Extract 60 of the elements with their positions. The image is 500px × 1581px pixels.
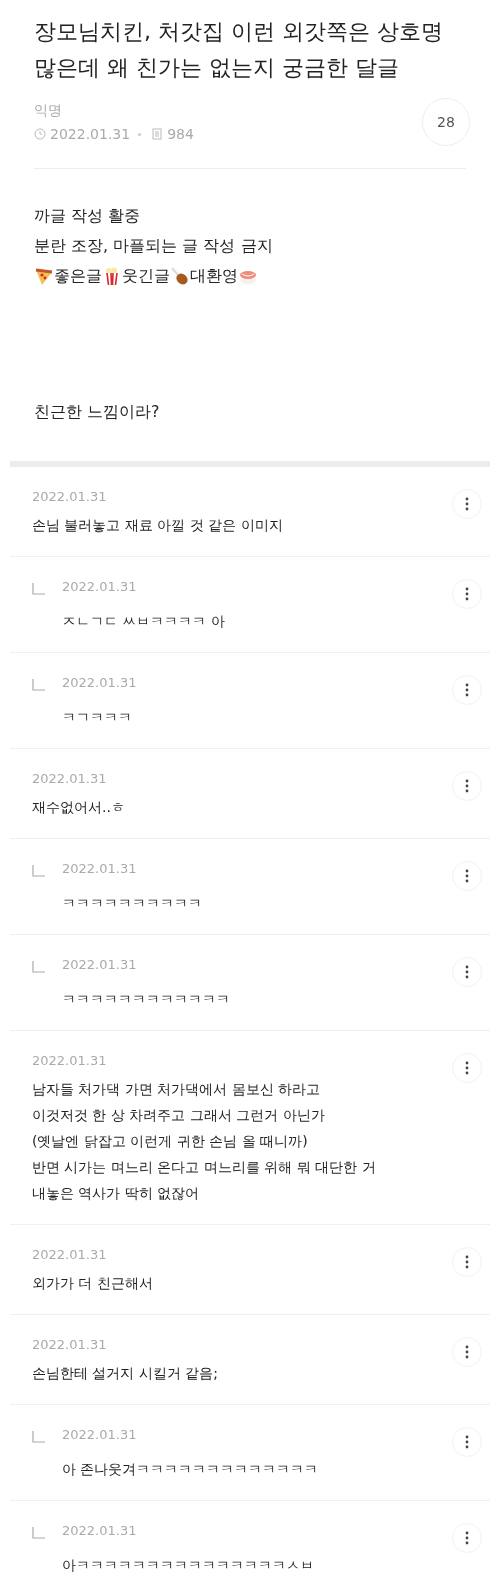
more-options-button[interactable] (452, 1427, 482, 1457)
more-options-button[interactable] (452, 1337, 482, 1367)
more-options-button[interactable] (452, 861, 482, 891)
comment-date: 2022.01.31 (32, 1337, 108, 1352)
comment-text: ㅋㄱㅋㅋㅋ (62, 708, 133, 727)
more-icon (465, 1435, 469, 1449)
more-options-button[interactable] (452, 1053, 482, 1083)
more-options-button[interactable] (452, 489, 482, 519)
comment-date: 2022.01.31 (62, 675, 138, 690)
notice-text: 까글 작성 활중 (34, 205, 142, 227)
separator-dot (138, 132, 142, 136)
view-count: 984 (167, 126, 194, 142)
more-options-button[interactable] (452, 675, 482, 705)
comment-text: 손님 불러놓고 재료 아낄 것 같은 이미지 (32, 516, 284, 535)
comment-date: 2022.01.31 (32, 1053, 108, 1068)
comment-text: 아 존나웃겨ㅋㅋㅋㅋㅋㅋㅋㅋㅋㅋㅋㅋㅋ (62, 1460, 320, 1479)
clock-icon (34, 128, 46, 140)
more-icon (465, 965, 469, 979)
comment-text: 아ㅋㅋㅋㅋㅋㅋㅋㅋㅋㅋㅋㅋㅋㅋㅋㅅㅂ (62, 1556, 315, 1575)
comment-date: 2022.01.31 (32, 1247, 108, 1262)
comment-date: 2022.01.31 (62, 1523, 138, 1538)
more-icon (465, 779, 469, 793)
tag-label: 좋은글 (54, 265, 102, 287)
comment-text: ㅈㄴㄱㄷ ㅆㅂㅋㅋㅋㅋ 아 (62, 612, 226, 631)
pizza-icon (34, 266, 54, 286)
more-options-button[interactable] (452, 771, 482, 801)
tag-label: 웃긴글 (122, 265, 170, 287)
comment-text: 외가가 더 친근해서 (32, 1274, 154, 1293)
comment-text: 재수없어서..ㅎ (32, 798, 126, 817)
post-body: 친근한 느낌이라? (34, 401, 161, 423)
more-options-button[interactable] (452, 1247, 482, 1277)
more-icon (465, 1345, 469, 1359)
more-icon (465, 587, 469, 601)
drumstick-icon (170, 266, 190, 286)
more-options-button[interactable] (452, 957, 482, 987)
more-icon (465, 1061, 469, 1075)
comment-date: 2022.01.31 (62, 861, 138, 876)
comment-text: ㅋㅋㅋㅋㅋㅋㅋㅋㅋㅋ (62, 894, 203, 913)
comment-date: 2022.01.31 (32, 771, 108, 786)
more-options-button[interactable] (452, 579, 482, 609)
comment-date: 2022.01.31 (62, 957, 138, 972)
more-icon (465, 683, 469, 697)
more-options-button[interactable] (452, 1523, 482, 1553)
more-icon (465, 1255, 469, 1269)
comment-date: 2022.01.31 (62, 579, 138, 594)
more-icon (465, 1531, 469, 1545)
comment-date: 2022.01.31 (32, 489, 108, 504)
comment-date: 2022.01.31 (62, 1427, 138, 1442)
tag-label: 대환영 (190, 265, 238, 287)
notice-text: 분란 조장, 마플되는 글 작성 금지 (34, 235, 274, 257)
post-date: 2022.01.31 (50, 126, 131, 142)
post-title: 장모님치킨, 처갓집 이런 외갓쪽은 상호명 많은데 왜 친가는 없는지 궁금한 달글 (34, 18, 444, 82)
document-icon (151, 128, 164, 140)
comment-text: ㅋㅋㅋㅋㅋㅋㅋㅋㅋㅋㅋㅋ (62, 990, 231, 1009)
comment-text: 손님한테 설거지 시킬거 같음; (32, 1364, 220, 1383)
comment-count-button[interactable]: 28 (422, 98, 470, 146)
more-icon (465, 869, 469, 883)
more-icon (465, 497, 469, 511)
comment-text: 남자들 처가댁 가면 처가댁에서 몸보신 하라고 이것저것 한 상 차려주고 그래서 그런거 아닌가 (옛날엔 닭잡고 이런게 귀한 손님 올 때니까) 반면 시가는 며느리 온다고 며느리를 위해 뭐 대단한 거 내놓은 역사가 딱히 없잖어 (32, 1080, 377, 1203)
author-name: 익명 (34, 102, 63, 120)
